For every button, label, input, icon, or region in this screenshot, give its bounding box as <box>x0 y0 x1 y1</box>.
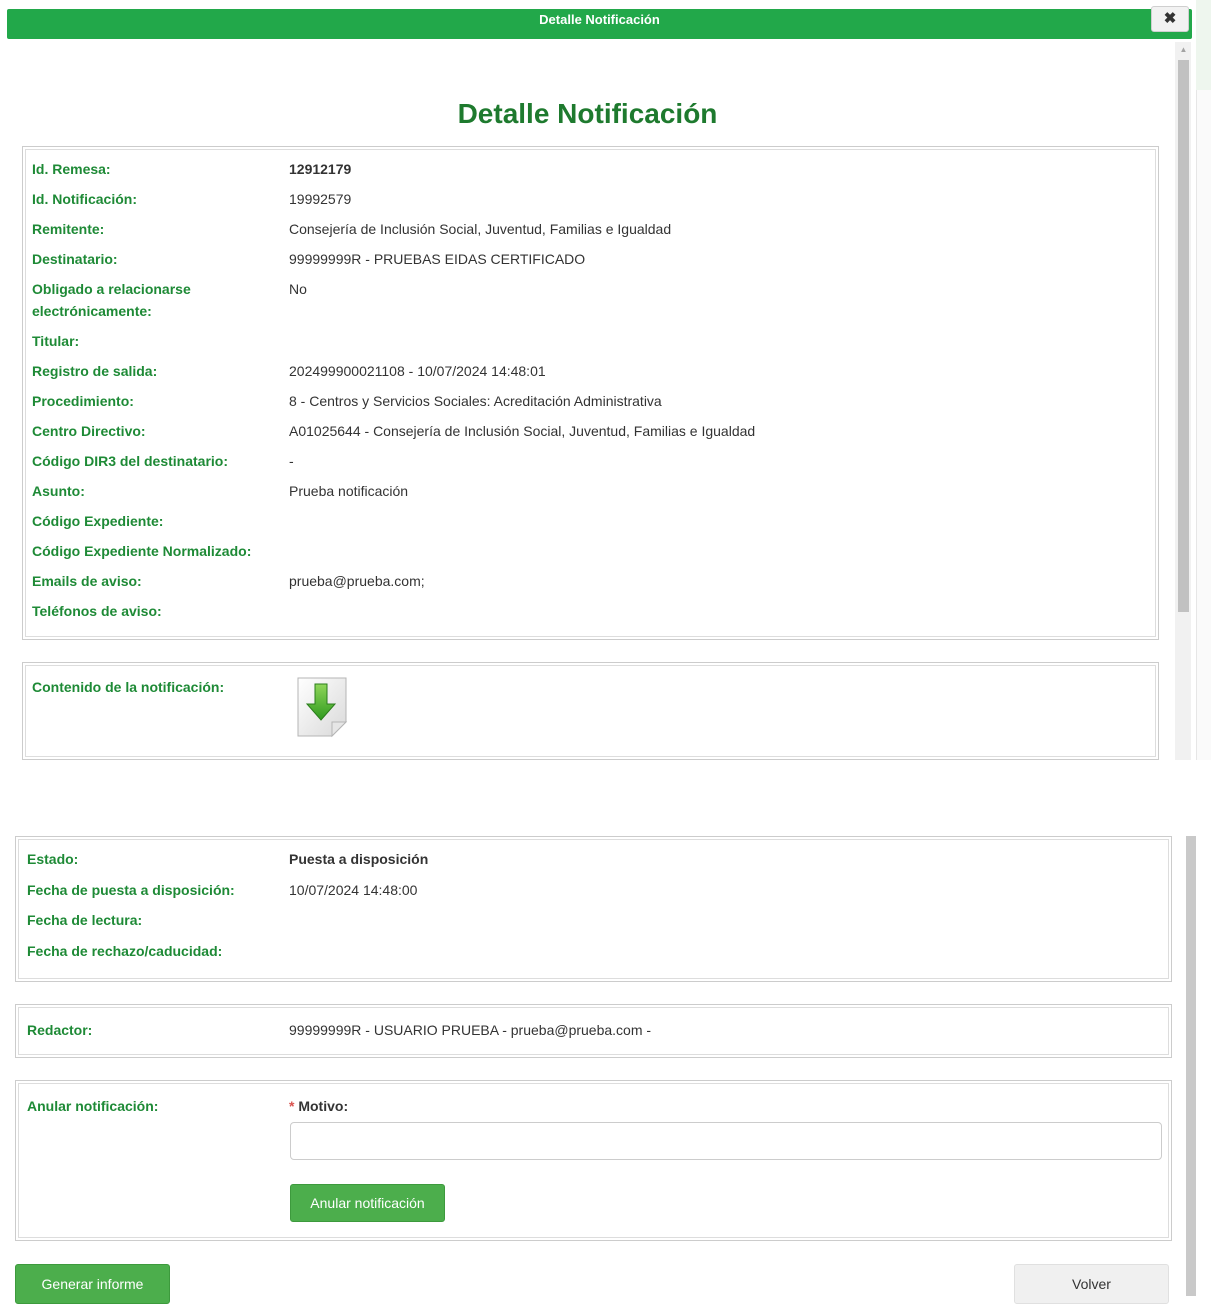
fecha-lectura-label: Fecha de lectura: <box>27 912 143 928</box>
modal-title: Detalle Notificación <box>539 12 660 27</box>
anular-panel <box>15 1080 1172 1241</box>
emails-aviso-label: Emails de aviso: <box>32 573 142 589</box>
background-app-strip <box>1196 0 1211 760</box>
titular-label: Titular: <box>32 333 80 349</box>
required-mark: * <box>289 1098 295 1114</box>
id-remesa-label: Id. Remesa: <box>32 161 111 177</box>
background-app-strip-top <box>1196 0 1211 90</box>
page-title: Detalle Notificación <box>457 98 718 129</box>
close-button[interactable]: ✖ <box>1151 6 1189 32</box>
centro-directivo-label: Centro Directivo: <box>32 423 146 439</box>
remitente-label: Remitente: <box>32 221 105 237</box>
close-icon: ✖ <box>1163 10 1177 27</box>
modal-title-bar: Detalle Notificación <box>7 9 1192 39</box>
anular-label: Anular notificación: <box>27 1098 159 1114</box>
id-notificacion-value: 19992579 <box>289 191 352 207</box>
obligado-value: No <box>289 281 307 297</box>
scroll-up-arrow-icon[interactable]: ▲ <box>1178 44 1189 56</box>
generar-informe-button[interactable]: Generar informe <box>15 1264 170 1304</box>
dir3-label: Código DIR3 del destinatario: <box>32 453 229 469</box>
remitente-value: Consejería de Inclusión Social, Juventud… <box>289 221 672 237</box>
anular-notificacion-button[interactable]: Anular notificación <box>290 1184 445 1222</box>
registro-salida-value: 202499900021108 - 10/07/2024 14:48:01 <box>289 363 546 379</box>
id-remesa-value: 12912179 <box>289 161 352 177</box>
modal-scrollbar-thumb[interactable] <box>1178 60 1189 612</box>
fecha-disposicion-label: Fecha de puesta a disposición: <box>27 882 235 898</box>
obligado-label-line1: Obligado a relacionarse <box>32 281 191 297</box>
contenido-label: Contenido de la notificación: <box>32 679 225 695</box>
obligado-label-line2: electrónicamente: <box>32 303 152 319</box>
dir3-value: - <box>289 453 294 469</box>
destinatario-label: Destinatario: <box>32 251 118 267</box>
telefonos-aviso-label: Teléfonos de aviso: <box>32 603 162 619</box>
destinatario-value: 99999999R - PRUEBAS EIDAS CERTIFICADO <box>289 251 586 267</box>
centro-directivo-value: A01025644 - Consejería de Inclusión Soci… <box>289 423 756 439</box>
redactor-label: Redactor: <box>27 1022 93 1038</box>
codigo-expediente-normalizado-label: Código Expediente Normalizado: <box>32 543 252 559</box>
page-scrollbar[interactable] <box>1186 836 1196 1296</box>
procedimiento-label: Procedimiento: <box>32 393 134 409</box>
motivo-input[interactable] <box>290 1122 1162 1160</box>
fecha-disposicion-value: 10/07/2024 14:48:00 <box>289 882 418 898</box>
motivo-label-row: * Motivo: <box>289 1095 348 1117</box>
id-notificacion-label: Id. Notificación: <box>32 191 137 207</box>
fecha-rechazo-label: Fecha de rechazo/caducidad: <box>27 943 223 959</box>
emails-aviso-value: prueba@prueba.com; <box>289 573 425 589</box>
procedimiento-value: 8 - Centros y Servicios Sociales: Acredi… <box>289 393 662 409</box>
estado-value: Puesta a disposición <box>289 851 429 867</box>
volver-button[interactable]: Volver <box>1014 1264 1169 1304</box>
motivo-label: Motivo: <box>298 1098 349 1114</box>
asunto-value: Prueba notificación <box>289 483 409 499</box>
registro-salida-label: Registro de salida: <box>32 363 158 379</box>
download-document-icon[interactable] <box>296 676 348 738</box>
codigo-expediente-label: Código Expediente: <box>32 513 164 529</box>
estado-label: Estado: <box>27 851 79 867</box>
asunto-label: Asunto: <box>32 483 85 499</box>
redactor-value: 99999999R - USUARIO PRUEBA - prueba@prue… <box>289 1022 652 1038</box>
